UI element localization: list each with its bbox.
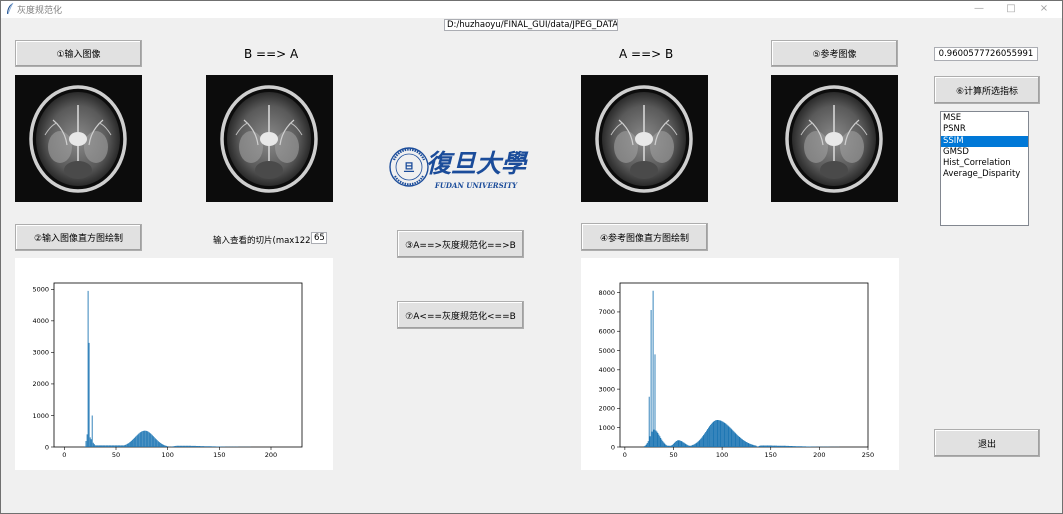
y-tick-label: 5000 [598, 347, 615, 355]
metric-item-average-disparity[interactable]: Average_Disparity [941, 169, 1028, 180]
y-tick-label: 3000 [598, 385, 615, 393]
minimize-button[interactable]: — [965, 1, 993, 17]
maximize-button[interactable]: □ [997, 1, 1025, 17]
reference-histogram-panel: 0 50 100 150 200 250 0 1000 2000 3000 4000 5000 6000… [581, 258, 899, 470]
slice-prompt-label: 输入查看的切片(max122): [213, 236, 317, 246]
input-image-button[interactable]: ①输入图像 [15, 40, 142, 67]
x-tick-label: 0 [62, 451, 66, 459]
feather-app-icon [7, 3, 14, 15]
x-tick-label: 200 [265, 451, 277, 459]
x-tick-label: 50 [112, 451, 120, 459]
a-to-b-title: A ==> B [619, 47, 674, 61]
input-histogram-button[interactable]: ②输入图像直方图绘制 [15, 224, 142, 251]
y-tick-label: 1000 [598, 424, 615, 432]
svg-text:旦: 旦 [404, 161, 415, 174]
result-image-b-to-a [206, 75, 333, 202]
input-histogram-chart: 0 50 100 150 200010002000300040005000 [32, 282, 303, 459]
slice-input[interactable]: 65 [311, 232, 327, 244]
reference-image-b [771, 75, 898, 202]
fudan-university-seal-icon: 旦 復旦大學 FUDAN UNIVERSITY [389, 147, 529, 190]
y-tick-label: 8000 [598, 289, 615, 297]
metric-item-mse[interactable]: MSE [941, 113, 1028, 124]
exit-button[interactable]: 退出 [934, 429, 1040, 457]
window-title: 灰度规范化 [17, 6, 63, 16]
y-tick-label: 4000 [32, 317, 49, 325]
a-to-b-normalize-button[interactable]: ③A==>灰度规范化==>B [397, 230, 524, 258]
reference-histogram-button[interactable]: ④参考图像直方图绘制 [581, 223, 708, 251]
y-tick-label: 0 [611, 443, 615, 451]
input-image-a [15, 75, 142, 202]
x-tick-label: 150 [765, 451, 777, 459]
y-tick-label: 6000 [598, 328, 615, 336]
y-tick-label: 5000 [32, 286, 49, 294]
x-tick-label: 100 [161, 451, 173, 459]
title-bar[interactable]: 灰度规范化 — □ × [0, 0, 1063, 18]
x-tick-label: 100 [716, 451, 728, 459]
y-tick-label: 4000 [598, 366, 615, 374]
input-histogram-panel: 0 50 100 150 200 0 1000 2000 3000 4000 5000 [15, 258, 333, 470]
result-value-field[interactable]: 0.9600577726055991 [934, 47, 1038, 61]
fudan-logo: 旦 復旦大學 FUDAN UNIVERSITY [388, 140, 533, 195]
b-to-a-normalize-button[interactable]: ⑦A<==灰度规范化<==B [397, 301, 524, 329]
close-button[interactable]: × [1030, 1, 1058, 17]
x-tick-label: 50 [669, 451, 677, 459]
x-tick-label: 0 [623, 451, 627, 459]
x-tick-label: 250 [862, 451, 874, 459]
y-tick-label: 2000 [598, 405, 615, 413]
plot-axes-frame [619, 282, 869, 448]
logo-english-text: FUDAN UNIVERSITY [434, 181, 518, 190]
y-tick-label: 1000 [32, 412, 49, 420]
metric-item-hist-correlation[interactable]: Hist_Correlation [941, 158, 1028, 169]
logo-chinese-text: 復旦大學 [426, 149, 529, 178]
y-tick-label: 3000 [32, 349, 49, 357]
y-tick-label: 7000 [598, 308, 615, 316]
x-tick-label: 150 [213, 451, 225, 459]
path-field[interactable]: D:/huzhaoyu/FINAL_GUI/data/JPEG_DATA/IM [444, 19, 618, 31]
compute-metrics-button[interactable]: ⑥计算所选指标 [934, 76, 1040, 104]
metrics-listbox[interactable]: MSE PSNR SSIM GMSD Hist_Correlation Aver… [940, 111, 1029, 226]
plot-axes-frame [53, 282, 303, 448]
reference-histogram-chart: 0 50 100 150 200 250 0 1000 2000 3000 4000 5000 6000… [598, 282, 874, 459]
reference-image-button[interactable]: ⑤参考图像 [771, 40, 898, 67]
metric-item-ssim[interactable]: SSIM [941, 135, 1028, 147]
y-tick-label: 0 [45, 443, 49, 451]
result-image-a-to-b [581, 75, 708, 202]
metric-item-psnr[interactable]: PSNR [941, 124, 1028, 135]
x-tick-label: 200 [813, 451, 825, 459]
y-tick-label: 2000 [32, 380, 49, 388]
b-to-a-title: B ==> A [244, 47, 299, 61]
metric-item-gmsd[interactable]: GMSD [941, 147, 1028, 158]
